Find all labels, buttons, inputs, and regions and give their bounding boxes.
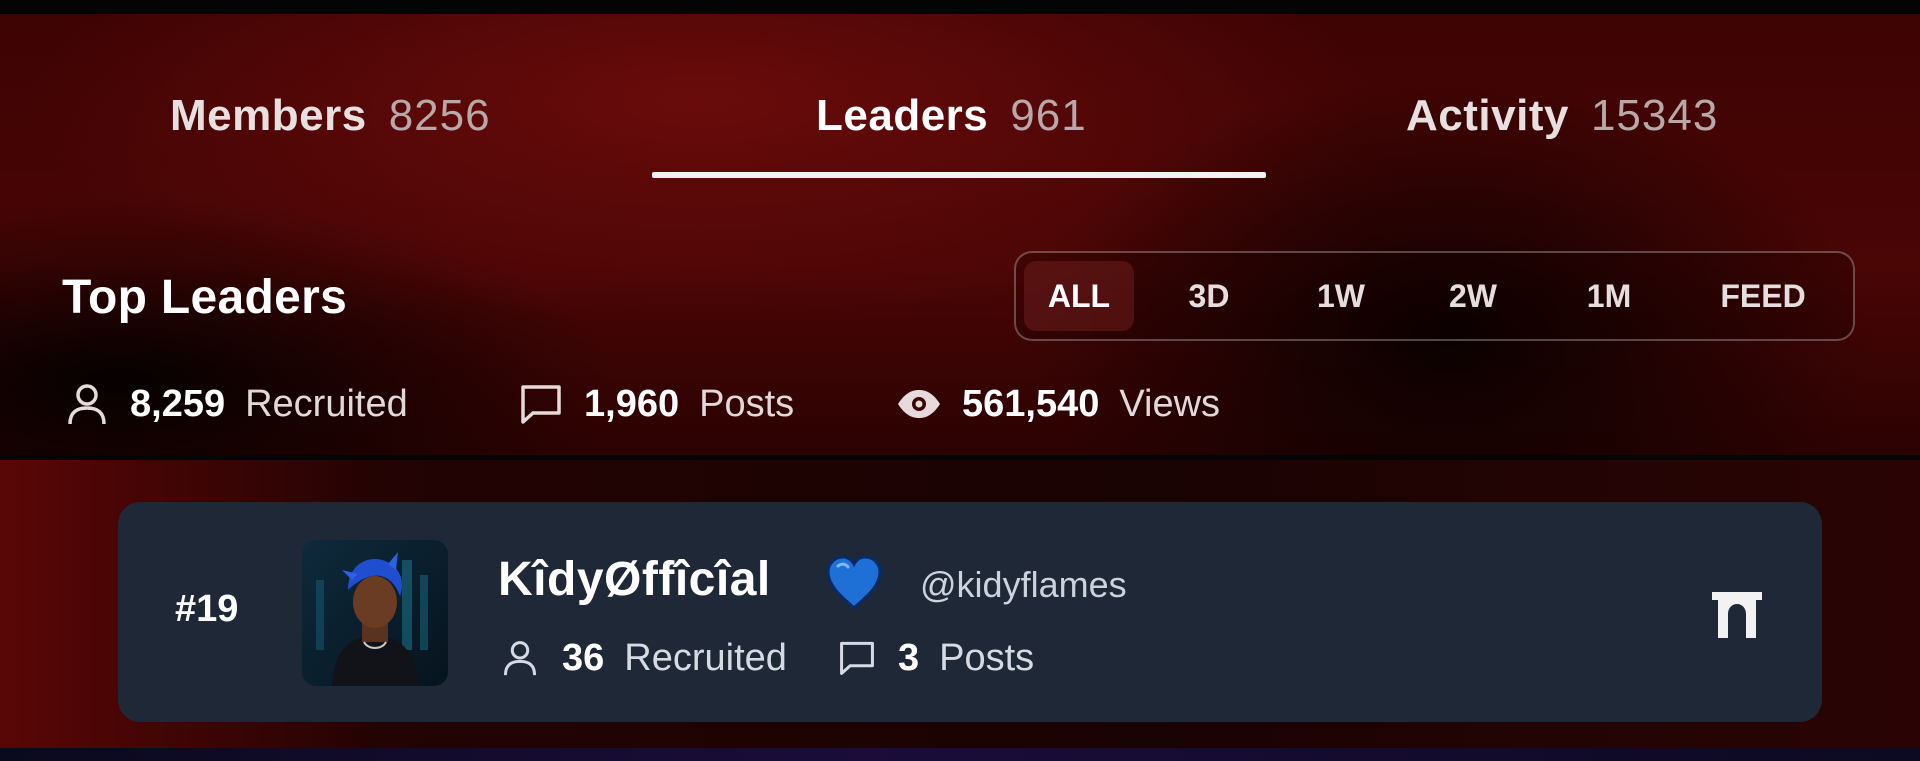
community-panel: Members 8256 Leaders 961 Activity 15343 … — [0, 0, 1920, 761]
active-tab-indicator — [652, 172, 1266, 178]
tab-leaders-label: Leaders — [816, 91, 989, 140]
bottom-edge — [0, 748, 1920, 761]
leader-posts-label: Posts — [939, 636, 1035, 679]
views-total: 561,540 — [962, 382, 1100, 425]
tab-members[interactable]: Members 8256 — [170, 88, 491, 144]
person-icon — [64, 381, 110, 427]
leader-handle[interactable]: @kidyflames — [920, 564, 1127, 606]
top-edge — [0, 0, 1920, 14]
posts-total: 1,960 — [584, 382, 680, 425]
recruited-total: 8,259 — [130, 382, 226, 425]
person-icon — [502, 638, 542, 678]
blue-heart-icon — [824, 554, 884, 612]
chat-bubble-icon — [838, 638, 878, 678]
leader-posts-value: 3 — [898, 636, 920, 679]
summary-posts: 1,960 Posts — [518, 376, 794, 432]
tab-activity[interactable]: Activity 15343 — [1406, 88, 1718, 144]
summary-views: 561,540 Views — [896, 376, 1220, 432]
filter-2w[interactable]: 2W — [1418, 261, 1528, 331]
leader-rank: #19 — [175, 588, 239, 630]
time-filter-group: ALL 3D 1W 2W 1M FEED — [1014, 251, 1855, 341]
leader-recruited-label: Recruited — [624, 636, 787, 679]
chat-bubble-icon — [518, 381, 564, 427]
filter-3d[interactable]: 3D — [1154, 261, 1264, 331]
leader-name[interactable]: KîdyØffîcîal — [498, 552, 771, 607]
leader-list: #19 KîdyØffîcîal @kidyflames 36 Recruite… — [0, 460, 1920, 750]
tab-members-count: 8256 — [388, 91, 491, 140]
filter-feed[interactable]: FEED — [1688, 261, 1838, 331]
avatar[interactable] — [302, 540, 448, 686]
leader-posts: 3 Posts — [838, 630, 1034, 686]
leader-card[interactable]: #19 KîdyØffîcîal @kidyflames 36 Recruite… — [118, 502, 1822, 722]
filter-all[interactable]: ALL — [1024, 261, 1134, 331]
tab-leaders-count: 961 — [1010, 91, 1087, 140]
tab-activity-count: 15343 — [1590, 91, 1719, 140]
filter-1w[interactable]: 1W — [1286, 261, 1396, 331]
eye-icon — [896, 381, 942, 427]
tab-activity-label: Activity — [1406, 91, 1569, 140]
leader-recruited: 36 Recruited — [502, 630, 787, 686]
gate-icon[interactable] — [1708, 584, 1766, 642]
recruited-label: Recruited — [245, 382, 408, 425]
summary-recruited: 8,259 Recruited — [64, 376, 408, 432]
posts-label: Posts — [699, 382, 795, 425]
filter-1m[interactable]: 1M — [1554, 261, 1664, 331]
views-label: Views — [1119, 382, 1221, 425]
tab-members-label: Members — [170, 91, 367, 140]
leader-recruited-value: 36 — [562, 636, 605, 679]
section-title: Top Leaders — [62, 271, 348, 324]
tab-leaders[interactable]: Leaders 961 — [816, 88, 1087, 144]
